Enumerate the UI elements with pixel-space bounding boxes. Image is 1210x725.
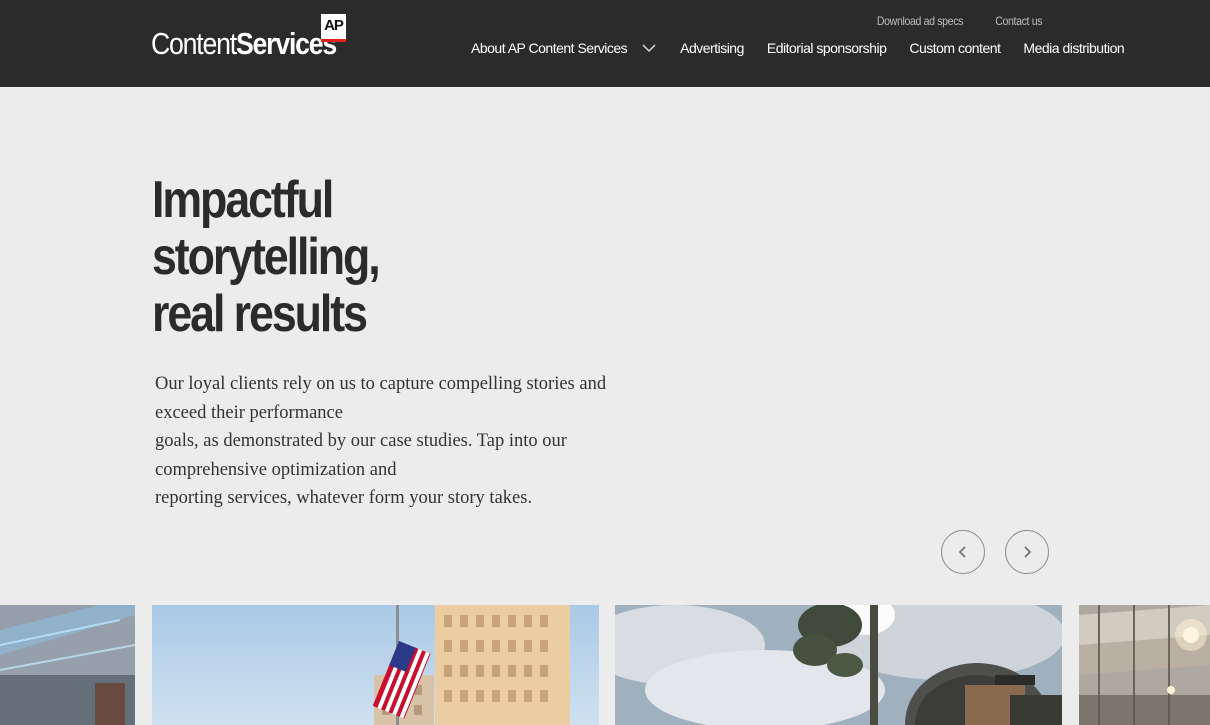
chevron-right-icon xyxy=(1024,546,1032,558)
hero-title-line: storytelling, xyxy=(152,228,381,286)
case-study-card-image[interactable] xyxy=(1079,605,1210,725)
nav-editorial-sponsorship-link[interactable]: Editorial sponsorship xyxy=(767,40,887,56)
utility-nav: Download ad specs Contact us xyxy=(871,14,1045,28)
nav-media-distribution-link[interactable]: Media distribution xyxy=(1023,40,1124,56)
carousel-prev-button[interactable] xyxy=(941,530,985,574)
hero-title-line: Impactful xyxy=(152,171,334,229)
logo-wordmark: ContentServices xyxy=(151,26,337,61)
case-study-carousel xyxy=(0,605,1210,725)
carousel-next-button[interactable] xyxy=(1005,530,1049,574)
nav-item-editorial-sponsorship[interactable]: Editorial sponsorship xyxy=(767,40,887,56)
nav-custom-content-link[interactable]: Custom content xyxy=(909,40,1001,56)
chevron-down-icon[interactable] xyxy=(641,43,657,53)
download-ad-specs-link[interactable]: Download ad specs xyxy=(877,14,964,28)
case-study-card-image[interactable] xyxy=(615,605,1062,725)
main-nav: About AP Content Services Advertising Ed… xyxy=(471,40,1125,56)
contact-us-link[interactable]: Contact us xyxy=(995,14,1042,28)
nav-item-about[interactable]: About AP Content Services xyxy=(471,40,657,56)
ap-logo-badge: AP xyxy=(321,14,346,42)
nav-item-media-distribution[interactable]: Media distribution xyxy=(1023,40,1124,56)
nav-item-custom-content[interactable]: Custom content xyxy=(909,40,1001,56)
case-study-card-image[interactable] xyxy=(0,605,135,725)
chevron-left-icon xyxy=(958,546,966,558)
site-header: ContentServices AP Download ad specs Con… xyxy=(0,0,1210,87)
hero-title-line: real results xyxy=(152,285,368,343)
hero-title: Impactful storytelling, real results xyxy=(152,171,381,343)
case-study-card-image[interactable] xyxy=(152,605,599,725)
nav-item-advertising[interactable]: Advertising xyxy=(680,40,744,56)
nav-advertising-link[interactable]: Advertising xyxy=(680,40,744,56)
hero-description: Our loyal clients rely on us to capture … xyxy=(155,374,607,508)
site-logo[interactable]: ContentServices AP xyxy=(151,14,366,60)
nav-about-link[interactable]: About AP Content Services xyxy=(471,40,628,56)
